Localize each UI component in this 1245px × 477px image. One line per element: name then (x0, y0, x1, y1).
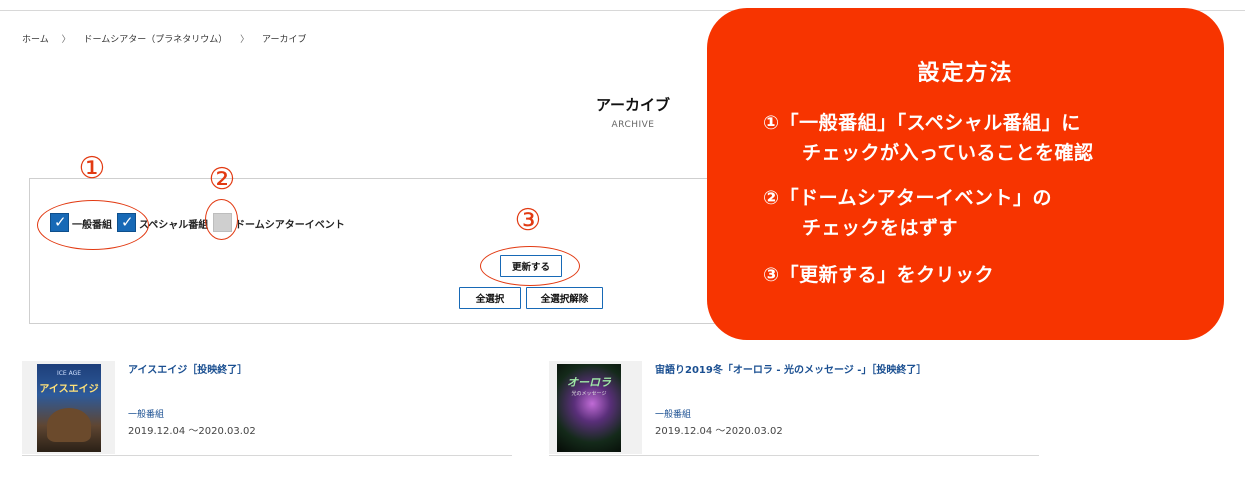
deselect-all-button[interactable]: 全選択解除 (526, 287, 603, 309)
program-title-link[interactable]: 宙語り2019冬「オーロラ - 光のメッセージ -」［投映終了］ (655, 361, 926, 376)
step-1-marker: ① (78, 151, 106, 186)
program-title-link[interactable]: アイスエイジ［投映終了］ (128, 361, 247, 376)
step-2-highlight (205, 199, 238, 240)
poster-tag: 光のメッセージ (571, 391, 607, 397)
select-all-button[interactable]: 全選択 (459, 287, 521, 309)
page-subtitle: ARCHIVE (611, 120, 655, 130)
program-date: 2019.12.04 ～2020.03.02 (128, 426, 256, 437)
step-2-marker: ② (208, 162, 236, 197)
special-program-label[interactable]: スペシャル番組 (139, 216, 208, 231)
breadcrumb-separator-icon: 〉 (61, 35, 71, 45)
poster-title: オーロラ (567, 376, 611, 389)
page-title: アーカイブ (595, 96, 671, 114)
callout-step-1: ①「一般番組」「スペシャル番組」に (763, 112, 1081, 134)
breadcrumb-current: アーカイブ (262, 35, 307, 45)
step-3-marker: ③ (514, 203, 542, 238)
aurora-poster-image[interactable]: オーロラ 光のメッセージ (557, 364, 621, 452)
program-category: 一般番組 (128, 410, 165, 420)
callout-step-3: ③「更新する」をクリック (763, 264, 995, 286)
callout-step-1-cont: チェックが入っていることを確認 (802, 142, 1094, 164)
callout-step-2: ②「ドームシアターイベント」の (763, 187, 1053, 209)
poster-title: アイスエイジ (39, 384, 99, 395)
program-card[interactable]: オーロラ 光のメッセージ 宙語り2019冬「オーロラ - 光のメッセージ -」［… (549, 361, 1039, 456)
poster-tag: ICE AGE (56, 370, 82, 377)
ice-age-poster-image[interactable]: ICE AGE アイスエイジ (37, 364, 101, 452)
breadcrumb: ホーム 〉 ドームシアター（プラネタリウム） 〉 アーカイブ (22, 32, 306, 45)
breadcrumb-home[interactable]: ホーム (22, 32, 49, 45)
instruction-callout: 設定方法 ①「一般番組」「スペシャル番組」に チェックが入っていることを確認 ②… (707, 8, 1224, 340)
filter-panel (29, 178, 783, 324)
callout-title: 設定方法 (917, 61, 1014, 86)
step-1-highlight (37, 200, 149, 250)
program-card[interactable]: ICE AGE アイスエイジ アイスエイジ［投映終了］ 一般番組 2019.12… (22, 361, 512, 456)
program-category: 一般番組 (655, 410, 692, 420)
dome-event-label[interactable]: ドームシアターイベント (235, 216, 345, 231)
breadcrumb-separator-icon: 〉 (240, 35, 250, 45)
callout-step-2-cont: チェックをはずす (802, 217, 959, 239)
program-date: 2019.12.04 ～2020.03.02 (655, 426, 783, 437)
mammoth-shape (47, 408, 91, 442)
breadcrumb-dome-theater[interactable]: ドームシアター（プラネタリウム） (84, 32, 228, 45)
step-3-highlight (480, 246, 580, 286)
